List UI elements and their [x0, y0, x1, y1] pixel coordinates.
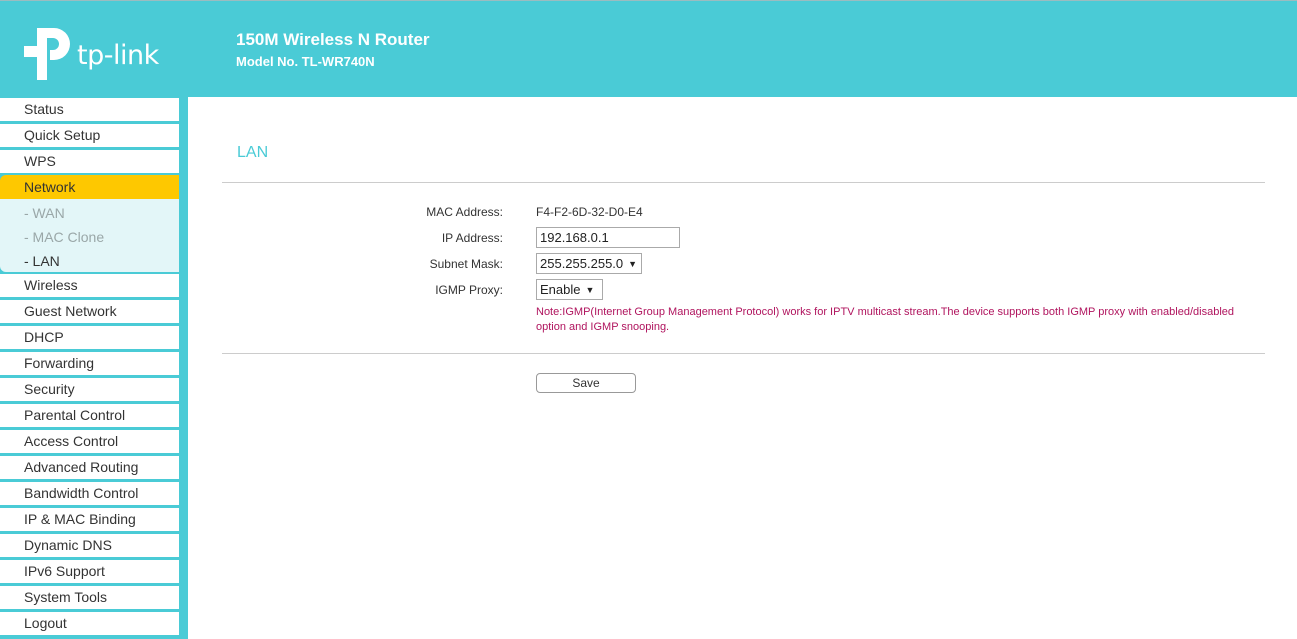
- sidebar-item-security[interactable]: Security: [0, 378, 179, 401]
- sidebar-item-advanced-routing[interactable]: Advanced Routing: [0, 456, 179, 479]
- header: tp-link 150M Wireless N Router Model No.…: [0, 0, 1297, 97]
- network-submenu: - WAN - MAC Clone - LAN: [0, 199, 179, 272]
- sidebar-item-bandwidth-control[interactable]: Bandwidth Control: [0, 482, 179, 505]
- subnet-mask-value: 255.255.255.0: [540, 256, 624, 271]
- chevron-down-icon: ▼: [628, 259, 638, 269]
- submenu-item-lan[interactable]: - LAN: [24, 249, 60, 273]
- subnet-mask-label: Subnet Mask:: [429, 257, 503, 271]
- submenu-item-wan[interactable]: - WAN: [24, 201, 65, 225]
- sidebar-item-quick-setup[interactable]: Quick Setup: [0, 124, 179, 147]
- mac-address-label: MAC Address:: [426, 205, 503, 219]
- tp-link-logo: tp-link: [24, 28, 164, 80]
- igmp-proxy-value: Enable: [540, 282, 581, 297]
- submenu-item-mac-clone[interactable]: - MAC Clone: [24, 225, 104, 249]
- sidebar-item-guest-network[interactable]: Guest Network: [0, 300, 179, 323]
- logo-text: tp-link: [77, 40, 159, 71]
- product-title: 150M Wireless N Router: [236, 30, 430, 49]
- page-title: LAN: [237, 144, 269, 161]
- sidebar-item-ipv6-support[interactable]: IPv6 Support: [0, 560, 179, 583]
- sidebar-item-parental-control[interactable]: Parental Control: [0, 404, 179, 427]
- sidebar-menu: Status Quick Setup WPS Network - WAN - M…: [0, 97, 188, 639]
- model-number: Model No. TL-WR740N: [236, 54, 375, 69]
- top-divider: [222, 182, 1265, 183]
- sidebar-item-dynamic-dns[interactable]: Dynamic DNS: [0, 534, 179, 557]
- sidebar-item-ip-mac-binding[interactable]: IP & MAC Binding: [0, 508, 179, 531]
- sidebar-item-system-tools[interactable]: System Tools: [0, 586, 179, 609]
- bottom-divider: [222, 353, 1265, 354]
- ip-address-label: IP Address:: [441, 231, 503, 245]
- save-button[interactable]: Save: [536, 373, 636, 393]
- subnet-mask-select[interactable]: 255.255.255.0 ▼: [536, 253, 642, 274]
- igmp-note: Note:IGMP(Internet Group Management Prot…: [536, 306, 1234, 333]
- sidebar-item-network[interactable]: Network: [0, 175, 179, 199]
- igmp-proxy-select[interactable]: Enable ▼: [536, 279, 603, 300]
- sidebar-item-wireless[interactable]: Wireless: [0, 274, 179, 297]
- chevron-down-icon: ▼: [585, 285, 595, 295]
- sidebar-item-dhcp[interactable]: DHCP: [0, 326, 179, 349]
- tp-link-logo-icon: [24, 28, 70, 80]
- igmp-proxy-label: IGMP Proxy:: [435, 283, 503, 297]
- sidebar-item-status[interactable]: Status: [0, 98, 179, 121]
- sidebar-item-access-control[interactable]: Access Control: [0, 430, 179, 453]
- sidebar-item-logout[interactable]: Logout: [0, 612, 179, 635]
- sidebar-item-wps[interactable]: WPS: [0, 150, 179, 173]
- ip-address-input[interactable]: 192.168.0.1: [536, 227, 680, 248]
- sidebar-item-forwarding[interactable]: Forwarding: [0, 352, 179, 375]
- main-content: LAN MAC Address: F4-F2-6D-32-D0-E4 IP Ad…: [188, 97, 1297, 639]
- mac-address-value: F4-F2-6D-32-D0-E4: [536, 205, 643, 219]
